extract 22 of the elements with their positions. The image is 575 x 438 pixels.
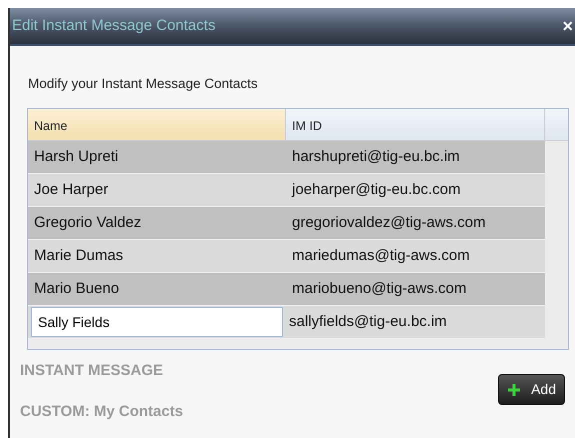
table-cell-text: Mario Bueno [33,279,120,299]
instruction-text: Modify your Instant Message Contacts [27,75,259,93]
table-cell-text: Marie Dumas [33,246,124,266]
table-cell-text: harshupreti@tig-eu.bc.im [291,147,461,167]
table-cell-text: mariedumas@tig-aws.com [291,246,471,266]
header-filler [545,109,568,140]
window-title: Edit Instant Message Contacts [12,16,216,36]
section-heading: INSTANT MESSAGE [19,361,164,382]
table-cell-text: Joe Harper [33,180,110,200]
name-input-field[interactable]: Sally Fields [31,307,283,338]
table-cell-text: joeharper@tig-eu.bc.com [290,180,462,200]
plus-icon [507,382,522,397]
table-cell-text: Harsh Upreti [33,147,120,167]
add-button[interactable]: Add [498,374,565,406]
table-cell-text: sallyfields@tig-eu.bc.im [288,312,448,332]
close-button[interactable]: × [562,17,573,35]
table-cell-text: Gregorio Valdez [33,213,142,233]
section-heading: CUSTOM: My Contacts [19,402,184,422]
table-cell-text: gregoriovaldez@tig-aws.com [291,213,487,233]
column-header[interactable]: IM ID [286,109,545,140]
column-header[interactable]: Name [28,109,286,140]
table-cell-text: mariobueno@tig-aws.com [291,279,468,299]
